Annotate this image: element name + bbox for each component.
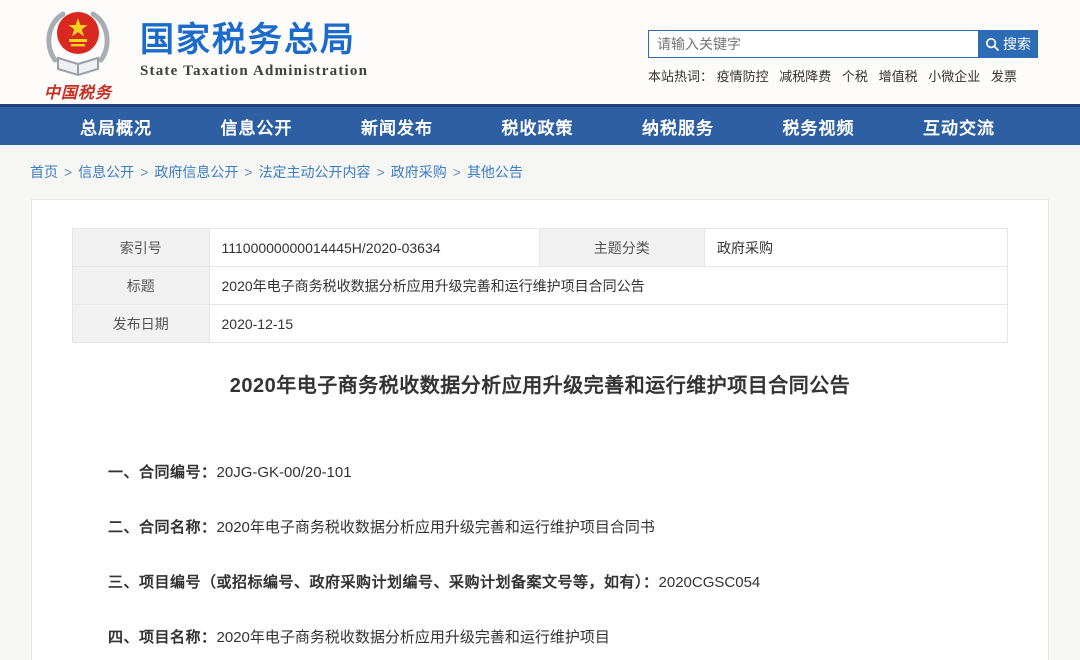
table-row: 发布日期 2020-12-15: [73, 305, 1008, 343]
breadcrumb-separator: >: [140, 164, 148, 180]
nav-item-news[interactable]: 新闻发布: [361, 114, 433, 139]
meta-value-topic-category: 政府采购: [705, 229, 1008, 267]
breadcrumb-gov-info[interactable]: 政府信息公开: [154, 164, 238, 180]
breadcrumb: 首页 > 信息公开 > 政府信息公开 > 法定主动公开内容 > 政府采购 > 其他公告: [30, 162, 1080, 182]
contract-name-value: 2020年电子商务税收数据分析应用升级完善和运行维护项目合同书: [217, 519, 655, 536]
breadcrumb-other-notices[interactable]: 其他公告: [467, 164, 523, 180]
hot-word-epidemic[interactable]: 疫情防控: [717, 69, 769, 84]
site-subtitle: State Taxation Administration: [140, 63, 368, 80]
meta-label-title: 标题: [73, 267, 210, 305]
meta-value-publish-date: 2020-12-15: [209, 305, 1008, 343]
project-number-value: 2020CGSC054: [659, 574, 761, 591]
hot-word-tax-cuts[interactable]: 减税降费: [779, 69, 831, 84]
project-name-value: 2020年电子商务税收数据分析应用升级完善和运行维护项目: [217, 629, 610, 646]
search-button[interactable]: 搜索: [978, 30, 1038, 58]
search-input[interactable]: [648, 30, 978, 58]
hot-word-vat[interactable]: 增值税: [879, 69, 918, 84]
breadcrumb-gov-procurement[interactable]: 政府采购: [391, 164, 447, 180]
site-header: 中国税务 国家税务总局 State Taxation Administratio…: [0, 0, 1080, 104]
hot-words: 本站热词： 疫情防控 减税降费 个税 增值税 小微企业 发票: [648, 66, 1038, 85]
search-area: 搜索 本站热词： 疫情防控 减税降费 个税 增值税 小微企业 发票: [648, 30, 1038, 85]
breadcrumb-info-disclosure[interactable]: 信息公开: [78, 164, 134, 180]
meta-label-index-number: 索引号: [73, 229, 210, 267]
breadcrumb-home[interactable]: 首页: [30, 164, 58, 180]
project-name-line: 四、项目名称：2020年电子商务税收数据分析应用升级完善和运行维护项目: [108, 627, 1008, 649]
breadcrumb-separator: >: [377, 164, 385, 180]
hot-word-small-business[interactable]: 小微企业: [928, 69, 980, 84]
main-nav: 总局概况 信息公开 新闻发布 税收政策 纳税服务 税务视频 互动交流: [0, 104, 1080, 145]
logo-seal-text: 中国税务: [30, 79, 126, 103]
breadcrumb-separator: >: [64, 164, 72, 180]
contract-number-value: 20JG-GK-00/20-101: [217, 464, 352, 481]
breadcrumb-separator: >: [244, 164, 252, 180]
logo-text: 国家税务总局 State Taxation Administration: [140, 6, 368, 80]
table-row: 标题 2020年电子商务税收数据分析应用升级完善和运行维护项目合同公告: [73, 267, 1008, 305]
contract-name-line: 二、合同名称：2020年电子商务税收数据分析应用升级完善和运行维护项目合同书: [108, 517, 1008, 539]
nav-item-tax-policy[interactable]: 税收政策: [502, 114, 574, 139]
nav-item-interaction[interactable]: 互动交流: [923, 114, 995, 139]
nav-item-tax-services[interactable]: 纳税服务: [642, 114, 714, 139]
contract-number-line: 一、合同编号：20JG-GK-00/20-101: [108, 462, 1008, 484]
nav-item-overview[interactable]: 总局概况: [80, 114, 152, 139]
meta-label-publish-date: 发布日期: [73, 305, 210, 343]
nav-item-info-disclosure[interactable]: 信息公开: [221, 114, 293, 139]
search-button-label: 搜索: [1003, 34, 1031, 54]
meta-value-title: 2020年电子商务税收数据分析应用升级完善和运行维护项目合同公告: [209, 267, 1008, 305]
project-name-label: 四、项目名称：: [108, 629, 217, 646]
article-body: 一、合同编号：20JG-GK-00/20-101 二、合同名称：2020年电子商…: [108, 462, 1008, 649]
hot-word-personal-tax[interactable]: 个税: [842, 69, 868, 84]
hot-word-invoice[interactable]: 发票: [991, 69, 1017, 84]
project-number-label: 三、项目编号（或招标编号、政府采购计划编号、采购计划备案文号等，如有）：: [108, 574, 659, 591]
nav-item-tax-video[interactable]: 税务视频: [783, 114, 855, 139]
project-number-line: 三、项目编号（或招标编号、政府采购计划编号、采购计划备案文号等，如有）：2020…: [108, 572, 1008, 594]
document-meta-table: 索引号 11100000000014445H/2020-03634 主题分类 政…: [72, 228, 1008, 343]
site-title: 国家税务总局: [140, 22, 368, 59]
meta-label-topic-category: 主题分类: [539, 229, 704, 267]
contract-number-label: 一、合同编号：: [108, 464, 217, 481]
page-title: 2020年电子商务税收数据分析应用升级完善和运行维护项目合同公告: [72, 369, 1008, 398]
meta-value-index-number: 11100000000014445H/2020-03634: [209, 229, 539, 267]
tax-emblem: 中国税务: [30, 6, 126, 103]
search-icon: [985, 37, 1000, 52]
contract-name-label: 二、合同名称：: [108, 519, 217, 536]
tax-emblem-icon: [41, 6, 115, 78]
breadcrumb-statutory-content[interactable]: 法定主动公开内容: [259, 164, 371, 180]
content-card: 索引号 11100000000014445H/2020-03634 主题分类 政…: [31, 199, 1049, 660]
table-row: 索引号 11100000000014445H/2020-03634 主题分类 政…: [73, 229, 1008, 267]
breadcrumb-separator: >: [453, 164, 461, 180]
hot-words-label: 本站热词：: [648, 69, 713, 84]
site-logo[interactable]: 中国税务 国家税务总局 State Taxation Administratio…: [30, 6, 368, 103]
